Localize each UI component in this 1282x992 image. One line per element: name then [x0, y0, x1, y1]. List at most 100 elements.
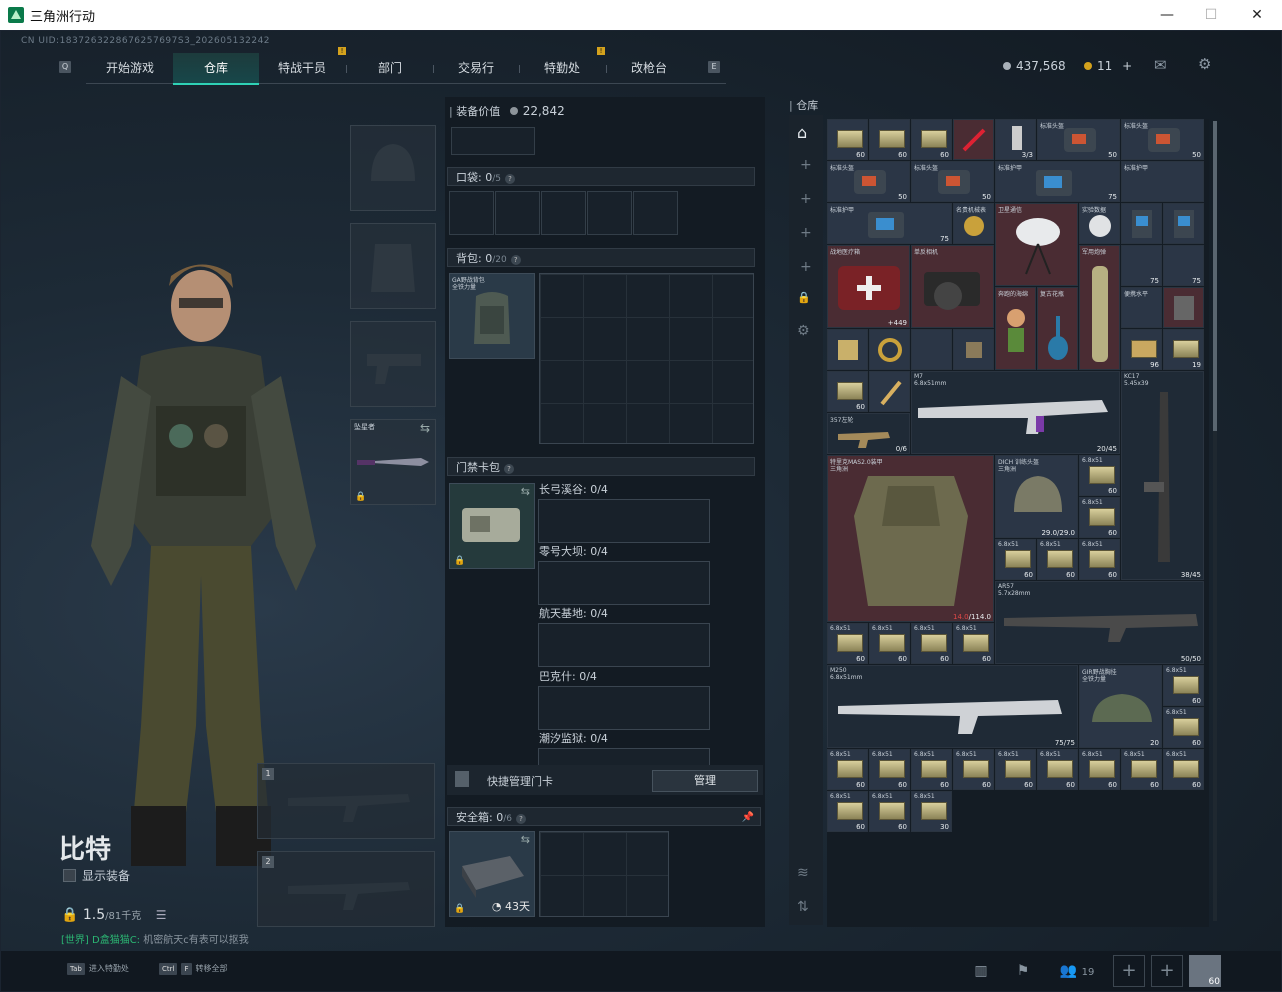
watch-item[interactable]: 名贵机械表 [953, 203, 994, 244]
helmet-item[interactable]: 标准头盔 50 [1037, 119, 1120, 160]
ammo-item[interactable]: 6.8x51 60 [911, 623, 952, 664]
flag-icon[interactable]: ⚑ [1011, 959, 1035, 983]
helmet-item[interactable]: 标准头盔 50 [827, 161, 910, 202]
ammo-item[interactable]: 6.8x51 60 [1037, 749, 1078, 790]
ammo-box-item[interactable]: 96 [1121, 329, 1162, 370]
pocket-slot[interactable] [587, 191, 632, 235]
pocket-slot[interactable] [449, 191, 494, 235]
ammo-item[interactable]: 6.8x51 60 [869, 791, 910, 832]
satellite-item[interactable]: 卫星通信 [995, 203, 1078, 286]
melee-slot[interactable]: 坠星者 ⇆ 🔒 [350, 419, 436, 505]
add-tab-icon[interactable]: + [800, 191, 812, 207]
ammo-item[interactable]: 6.8x51 60 [1079, 455, 1120, 496]
hint-enter-special[interactable]: Tab 进入特勤处 [67, 963, 129, 975]
lab-data-item[interactable]: 实验数据 [1079, 203, 1120, 244]
manage-button[interactable]: 管理 [652, 770, 758, 792]
ring-item[interactable] [869, 329, 910, 370]
armor-plate-item[interactable]: 标准护甲 [1121, 161, 1204, 202]
tab-department[interactable]: 部门 [350, 53, 430, 83]
ar57-rifle-item[interactable]: AR57 5.7x28mm 50/50 [995, 581, 1204, 664]
swap-icon[interactable]: ⇆ [521, 833, 530, 846]
ammo-item[interactable]: 60 [827, 371, 868, 412]
warehouse-grid[interactable]: 60 60 60 3/3 标准头盔 50 标准头盔 50 标准头盔 50 标准头盔 50… [827, 119, 1209, 927]
tab-start-game[interactable]: 开始游戏 [90, 53, 170, 83]
nav-next-key[interactable]: E [708, 61, 720, 73]
warehouse-all-icon[interactable]: ⌂ [797, 123, 807, 142]
combat-helmet-item[interactable]: DICH 训练头盔 三角洲 29.0/29.0 [995, 455, 1078, 538]
swap-icon[interactable]: ⇆ [521, 485, 530, 498]
pocket-slot[interactable] [495, 191, 540, 235]
gear-icon[interactable]: ⚙ [1198, 55, 1211, 73]
ammo-item[interactable]: 6.8x51 60 [995, 539, 1036, 580]
tab-gunsmith[interactable]: 改枪台 [609, 53, 689, 83]
safebox-item[interactable]: ⇆ 🔒 ◔ 43天 [449, 831, 535, 917]
friends-icon[interactable]: 👥 19 [1055, 959, 1099, 983]
armor-plate-item[interactable] [1121, 203, 1162, 244]
checkbox-icon[interactable] [63, 869, 76, 882]
armor-plate-item[interactable]: 标准护甲 75 [827, 203, 952, 244]
helmet-item[interactable]: 标准头盔 50 [911, 161, 994, 202]
lock-icon[interactable]: 🔒 [797, 291, 811, 304]
armor-slot[interactable] [350, 223, 436, 309]
ammo-item[interactable]: 60 [911, 119, 952, 160]
tab-warehouse[interactable]: 仓库 [173, 53, 259, 85]
list-icon[interactable]: ☰ [156, 908, 167, 922]
add-tab-icon[interactable]: + [800, 259, 812, 275]
mail-icon[interactable]: ✉ [1154, 56, 1167, 74]
secondary-weapon-slot[interactable]: 2 [257, 851, 435, 927]
medkit-item[interactable]: 战地医疗箱 +449 [827, 245, 910, 328]
body-armor-item[interactable]: 特里克MAS2.0装甲 三角洲 14.0/114.0 [827, 455, 994, 622]
hint-transfer-all[interactable]: Ctrl F 转移全部 [159, 963, 228, 975]
add-tab-icon[interactable]: + [800, 225, 812, 241]
tab-trade[interactable]: 交易行 [436, 53, 516, 83]
helmet-slot[interactable] [350, 125, 436, 211]
ammo-item[interactable]: 6.8x51 60 [827, 623, 868, 664]
cable-item[interactable] [911, 329, 952, 370]
stim-item[interactable]: 3/3 [995, 119, 1036, 160]
gear-icon[interactable]: ⚙ [797, 323, 810, 339]
keycard-slot[interactable] [538, 561, 710, 605]
ammo-item[interactable]: 19 [1163, 329, 1204, 370]
pocket-slot[interactable] [633, 191, 678, 235]
ammo-item[interactable]: 6.8x51 60 [827, 791, 868, 832]
invite-slot[interactable]: + [1113, 955, 1145, 987]
stats-icon[interactable]: ▥ [969, 959, 993, 983]
close-button[interactable]: ✕ [1242, 4, 1272, 26]
avatar[interactable]: 60 [1189, 955, 1221, 987]
gold-balance[interactable]: 11 + [1084, 59, 1132, 73]
gear-item[interactable]: 75 [1163, 245, 1204, 286]
invite-slot[interactable]: + [1151, 955, 1183, 987]
swap-icon[interactable]: ⇆ [420, 421, 430, 435]
ammo-item[interactable]: 6.8x51 60 [869, 623, 910, 664]
level-item[interactable]: 便携水平 [1121, 287, 1162, 328]
pistol-slot[interactable] [350, 321, 436, 407]
revolver-item[interactable]: 357左轮 0/6 [827, 413, 910, 454]
m7-rifle-item[interactable]: M7 6.8x51mm 20/45 [911, 371, 1120, 454]
ammo-item[interactable]: 6.8x51 60 [953, 623, 994, 664]
layers-icon[interactable]: ≋ [797, 865, 809, 881]
helmet-item[interactable]: 标准头盔 50 [1121, 119, 1204, 160]
scroll-thumb[interactable] [1213, 121, 1217, 431]
ammo-item[interactable]: 60 [869, 119, 910, 160]
backpack-item[interactable]: GA野战背包 全铁力量 [449, 273, 535, 359]
armor-plate-item[interactable]: 标准护甲 75 [995, 161, 1120, 202]
ammo-item[interactable]: 6.8x51 60 [911, 749, 952, 790]
kc17-rifle-item[interactable]: KC17 5.45x39 38/45 [1121, 371, 1204, 580]
ammo-item[interactable]: 6.8x51 60 [1079, 497, 1120, 538]
vase-item[interactable]: 复古花瓶 [1037, 287, 1078, 370]
nav-prev-key[interactable]: Q [59, 61, 71, 73]
gear-item[interactable]: 75 [1121, 245, 1162, 286]
keycard-slot[interactable] [538, 499, 710, 543]
ammo-item[interactable]: 6.8x51 60 [1079, 539, 1120, 580]
parts-item[interactable] [827, 329, 868, 370]
pin-icon[interactable]: 📌 [742, 808, 754, 827]
ammo-item[interactable]: 60 [827, 119, 868, 160]
ammo-item[interactable]: 6.8x51 60 [1037, 539, 1078, 580]
chip-item[interactable] [953, 329, 994, 370]
ammo-item[interactable]: 6.8x51 60 [869, 749, 910, 790]
sort-icon[interactable]: ⇅ [797, 899, 809, 915]
help-icon[interactable]: ? [510, 255, 521, 265]
keycard-case-item[interactable]: ⇆ 🔒 [449, 483, 535, 569]
ammo-item[interactable]: 6.8x51 60 [1079, 749, 1120, 790]
keycard-slot[interactable] [538, 686, 710, 730]
